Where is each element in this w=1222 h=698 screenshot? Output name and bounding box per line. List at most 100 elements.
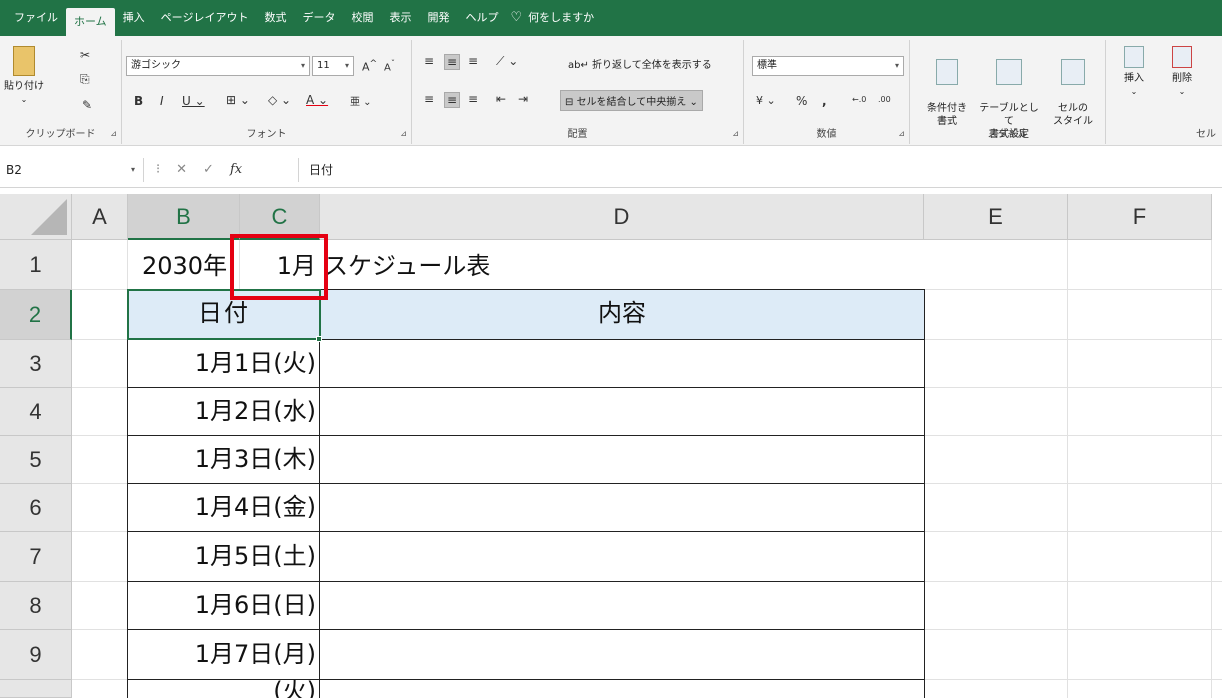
- table-row-line: [127, 531, 924, 532]
- align-bottom-icon[interactable]: ≡: [468, 54, 478, 68]
- row-header-10[interactable]: [0, 680, 72, 698]
- cell-styles-button[interactable]: セルの スタイル: [1044, 46, 1102, 128]
- align-top-icon[interactable]: ≡: [424, 54, 434, 68]
- excel-window: ファイル ホーム 挿入 ページレイアウト 数式 データ 校閲 表示 開発 ヘルプ…: [0, 0, 1222, 698]
- chevron-down-icon: ▾: [300, 61, 305, 70]
- row-header-9[interactable]: 9: [0, 630, 72, 680]
- tell-me-search[interactable]: ♡ 何をしますか: [506, 0, 602, 36]
- date-cell[interactable]: 1月2日(水): [128, 388, 316, 434]
- column-header-b[interactable]: B: [128, 194, 240, 240]
- tab-page-layout[interactable]: ページレイアウト: [153, 0, 257, 36]
- comma-icon[interactable]: ,: [822, 94, 827, 108]
- insert-function-icon[interactable]: fx: [230, 158, 242, 182]
- decrease-font-icon[interactable]: Aˇ: [384, 58, 395, 73]
- column-header-e[interactable]: E: [924, 194, 1068, 240]
- name-box[interactable]: B2 ▾: [0, 158, 144, 182]
- date-cell[interactable]: 1月5日(土): [128, 532, 316, 580]
- conditional-formatting-button[interactable]: 条件付き 書式: [918, 46, 976, 128]
- paste-label: 貼り付け: [4, 81, 44, 92]
- decrease-decimal-icon[interactable]: .00: [878, 95, 891, 104]
- row-header-8[interactable]: 8: [0, 582, 72, 630]
- cell-d1-title[interactable]: スケジュール表: [324, 246, 490, 286]
- bold-icon[interactable]: B: [134, 94, 143, 108]
- paste-button[interactable]: 貼り付け ⌄: [4, 46, 44, 106]
- orientation-icon[interactable]: ⟋ ⌄: [496, 54, 518, 69]
- phonetic-icon[interactable]: 亜 ⌄: [350, 93, 372, 108]
- align-left-icon[interactable]: ≡: [424, 92, 434, 106]
- decrease-indent-icon[interactable]: ⇤: [496, 92, 506, 106]
- borders-icon[interactable]: ⊞ ⌄: [226, 93, 250, 107]
- row-header-5[interactable]: 5: [0, 436, 72, 484]
- cell-b1-year[interactable]: 2030年: [142, 246, 227, 286]
- fill-color-icon[interactable]: ◇ ⌄: [268, 93, 291, 107]
- fill-handle[interactable]: [316, 336, 322, 342]
- tab-review[interactable]: 校閲: [343, 0, 381, 36]
- tab-view[interactable]: 表示: [381, 0, 419, 36]
- select-all-icon: [31, 199, 67, 235]
- increase-font-icon[interactable]: A^: [362, 58, 377, 74]
- row-header-4[interactable]: 4: [0, 388, 72, 436]
- copy-icon[interactable]: ⎘: [80, 72, 90, 87]
- tab-help[interactable]: ヘルプ: [457, 0, 506, 36]
- header-content-cell[interactable]: 内容: [320, 290, 924, 339]
- format-as-table-icon: [996, 59, 1022, 85]
- align-middle-icon[interactable]: ≡: [444, 54, 461, 70]
- date-cell-partial[interactable]: (火): [273, 680, 316, 698]
- number-format-select[interactable]: 標準 ▾: [752, 56, 904, 76]
- delete-cells-button[interactable]: 削除 ⌄: [1162, 46, 1202, 98]
- chevron-down-icon: ▾: [130, 165, 135, 174]
- percent-icon[interactable]: %: [796, 94, 807, 108]
- italic-icon[interactable]: I: [160, 94, 164, 108]
- clipboard-launcher-icon[interactable]: ⊿: [110, 129, 117, 138]
- date-cell[interactable]: 1月1日(火): [128, 340, 316, 386]
- tab-file[interactable]: ファイル: [6, 0, 66, 36]
- delete-cells-label: 削除: [1172, 73, 1192, 84]
- row-header-7[interactable]: 7: [0, 532, 72, 582]
- select-all-button[interactable]: [0, 194, 72, 240]
- row-header-6[interactable]: 6: [0, 484, 72, 532]
- font-size-select[interactable]: 11 ▾: [312, 56, 354, 76]
- currency-icon[interactable]: ¥ ⌄: [756, 94, 776, 107]
- date-cell[interactable]: 1月7日(月): [128, 630, 316, 678]
- cut-icon[interactable]: ✂: [80, 48, 90, 62]
- date-cell[interactable]: 1月3日(木): [128, 436, 316, 482]
- tab-insert[interactable]: 挿入: [115, 0, 153, 36]
- date-cell[interactable]: 1月6日(日): [128, 582, 316, 628]
- font-launcher-icon[interactable]: ⊿: [400, 129, 407, 138]
- increase-decimal-icon[interactable]: ←.0: [852, 95, 866, 104]
- row-header-1[interactable]: 1: [0, 240, 72, 290]
- alignment-group: ≡ ≡ ≡ ⟋ ⌄ ab↵ 折り返して全体を表示する ≡ ≡ ≡ ⇤ ⇥ ⊟ セ…: [412, 40, 744, 144]
- formula-input[interactable]: 日付: [298, 158, 1222, 182]
- increase-indent-icon[interactable]: ⇥: [518, 92, 528, 106]
- underline-icon[interactable]: U ⌄: [182, 94, 205, 108]
- column-header-c[interactable]: C: [240, 194, 320, 240]
- tell-me-label: 何をしますか: [528, 11, 595, 24]
- tab-home[interactable]: ホーム: [66, 8, 115, 36]
- merge-center-label: セルを結合して中央揃え: [576, 97, 687, 108]
- enter-icon[interactable]: ✓: [203, 158, 214, 182]
- align-center-icon[interactable]: ≡: [444, 92, 461, 108]
- merge-center-button[interactable]: ⊟ セルを結合して中央揃え ⌄: [560, 90, 703, 111]
- row-header-2[interactable]: 2: [0, 290, 72, 340]
- wrap-text-button[interactable]: ab↵ 折り返して全体を表示する: [568, 56, 712, 71]
- date-cell[interactable]: 1月4日(金): [128, 484, 316, 530]
- tab-formulas[interactable]: 数式: [256, 0, 294, 36]
- font-name-select[interactable]: 游ゴシック ▾: [126, 56, 310, 76]
- tab-developer[interactable]: 開発: [419, 0, 457, 36]
- column-header-d[interactable]: D: [320, 194, 924, 240]
- column-header-a[interactable]: A: [72, 194, 128, 240]
- tab-data[interactable]: データ: [294, 0, 343, 36]
- header-date-cell[interactable]: 日付: [128, 290, 320, 339]
- paste-icon: [13, 46, 35, 76]
- formula-bar: B2 ▾ ⁝ ✕ ✓ fx 日付: [0, 152, 1222, 188]
- number-launcher-icon[interactable]: ⊿: [898, 129, 905, 138]
- format-painter-icon[interactable]: ✎: [82, 98, 92, 112]
- align-right-icon[interactable]: ≡: [468, 92, 478, 106]
- cancel-icon[interactable]: ✕: [176, 158, 187, 182]
- font-color-icon[interactable]: A ⌄: [306, 93, 328, 107]
- cell-c1-month[interactable]: 1月: [240, 246, 316, 286]
- column-header-f[interactable]: F: [1068, 194, 1212, 240]
- alignment-launcher-icon[interactable]: ⊿: [732, 129, 739, 138]
- insert-cells-button[interactable]: 挿入 ⌄: [1114, 46, 1154, 98]
- row-header-3[interactable]: 3: [0, 340, 72, 388]
